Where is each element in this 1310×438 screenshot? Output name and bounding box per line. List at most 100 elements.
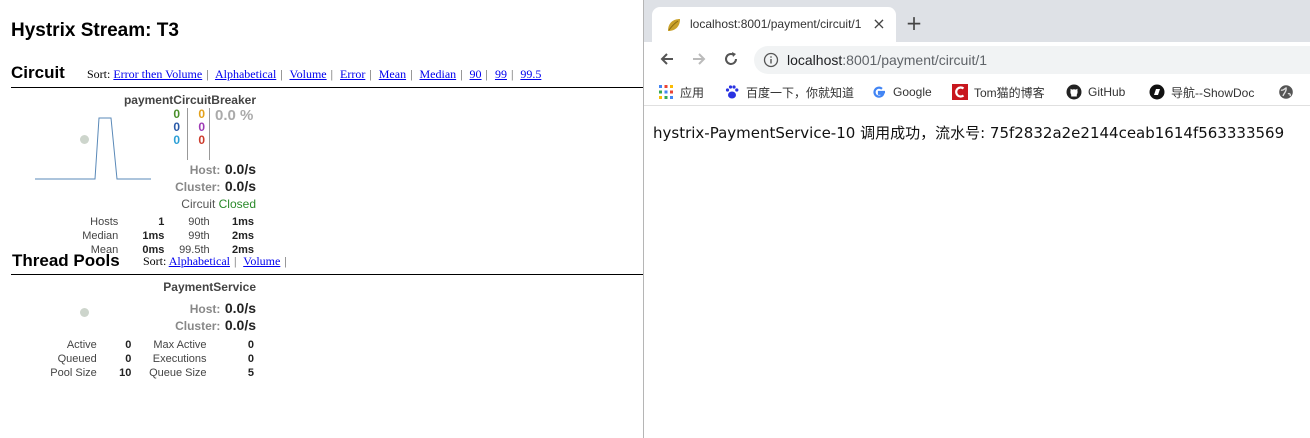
- bookmark-label: Tom猫的博客: [974, 85, 1045, 100]
- sort-link[interactable]: Error: [340, 67, 365, 81]
- stat-value: 0: [247, 353, 254, 365]
- browser-window: localhost:8001/payment/circuit/1 × + loc…: [643, 0, 1310, 438]
- thread-pool-name: PaymentService: [163, 280, 256, 294]
- stat-value: 0: [125, 353, 132, 365]
- url-path: :8001/payment/circuit/1: [842, 52, 988, 68]
- bookmark-label: GitHub: [1088, 85, 1126, 99]
- page-response-text: hystrix-PaymentService-10 调用成功，流水号: 75f2…: [653, 124, 1285, 142]
- spring-leaf-icon: [668, 19, 680, 31]
- cluster-rate-value: 0.0/s: [224, 317, 256, 333]
- cluster-rate: Cluster: 0.0/s: [120, 178, 256, 196]
- browser-toolbar: localhost:8001/payment/circuit/1: [644, 42, 1310, 78]
- stat-label: Median: [82, 230, 119, 242]
- sort-link[interactable]: Volume: [243, 254, 280, 268]
- stat-value: 1ms: [142, 230, 165, 242]
- error-percentage: 0.0 %: [215, 107, 254, 124]
- address-bar[interactable]: localhost:8001/payment/circuit/1: [754, 46, 1310, 74]
- stat-label: Executions: [152, 353, 207, 365]
- bookmark-tom-blog[interactable]: Tom猫的博客: [952, 83, 1045, 101]
- stat-value: 10: [119, 367, 132, 379]
- info-icon[interactable]: [763, 52, 779, 68]
- stats-row: Pool Size 10 Queue Size 5: [40, 367, 254, 379]
- cluster-label: Cluster:: [175, 180, 221, 194]
- github-icon: [1066, 84, 1082, 100]
- red-c-icon: [952, 84, 968, 100]
- sort-separator: |: [330, 67, 334, 81]
- bookmark-baidu[interactable]: 百度一下，你就知道: [724, 83, 854, 101]
- circuit-status-label: Circuit: [181, 197, 216, 211]
- stats-row: Hosts 1 90th 1ms: [62, 216, 254, 228]
- sort-link[interactable]: Alphabetical: [215, 67, 276, 81]
- url-text[interactable]: localhost:8001/payment/circuit/1: [787, 52, 987, 68]
- reload-icon[interactable]: [720, 50, 742, 70]
- host-rate-value: 0.0/s: [224, 161, 256, 177]
- sort-separator: |: [510, 67, 514, 81]
- stat-label: Hosts: [90, 216, 119, 228]
- stat-label: Queued: [57, 353, 97, 365]
- apps-grid-icon: [659, 85, 673, 99]
- thread-pools-sort-bar: Sort: Alphabetical | Volume |: [143, 254, 291, 269]
- failure-count: 0: [198, 133, 205, 147]
- sort-link[interactable]: Volume: [289, 67, 326, 81]
- circuit-divider: [11, 87, 643, 88]
- google-g-icon: [873, 86, 885, 98]
- tab-close-icon[interactable]: ×: [870, 15, 888, 33]
- stats-row: Median 1ms 99th 2ms: [62, 230, 254, 242]
- bookmark-google[interactable]: Google: [871, 83, 932, 101]
- circuit-heading: Circuit: [11, 63, 65, 82]
- stats-row: Active 0 Max Active 0: [40, 339, 254, 351]
- globe-icon: [1279, 85, 1293, 99]
- host-label: Host:: [189, 302, 221, 316]
- sort-separator: |: [284, 254, 287, 268]
- sort-separator: |: [410, 67, 413, 81]
- sort-separator: |: [460, 67, 463, 81]
- circuit-sort-bar: Sort: Error then Volume | Alphabetical | V…: [87, 67, 541, 82]
- bookmark-label: 应用: [680, 85, 705, 100]
- sort-separator: |: [206, 67, 209, 81]
- sort-link[interactable]: 99: [495, 67, 507, 81]
- stat-value: 2ms: [231, 230, 254, 242]
- host-label: Host:: [189, 163, 221, 177]
- tab-strip: localhost:8001/payment/circuit/1 × +: [644, 0, 1310, 42]
- bookmark-label: 百度一下，你就知道: [746, 85, 855, 100]
- url-host: localhost: [787, 52, 843, 68]
- back-icon[interactable]: [656, 50, 678, 70]
- counts-separator-1: [187, 108, 188, 160]
- thread-pools-divider: [11, 274, 643, 275]
- bookmark-github[interactable]: GitHub: [1066, 83, 1125, 101]
- sort-link[interactable]: 90: [470, 67, 482, 81]
- sort-link[interactable]: Median: [419, 67, 456, 81]
- sort-link[interactable]: Alphabetical: [169, 254, 230, 268]
- stat-label: 99th: [188, 230, 210, 242]
- stat-label: 90th: [188, 216, 210, 228]
- stat-value: 1ms: [231, 216, 254, 228]
- sort-link[interactable]: Error then Volume: [113, 67, 202, 81]
- sort-link[interactable]: 99.5: [520, 67, 541, 81]
- bookmark-globe[interactable]: [1278, 83, 1300, 101]
- stats-row: Queued 0 Executions 0: [40, 353, 254, 365]
- cluster-label: Cluster:: [175, 319, 221, 333]
- sort-separator: |: [485, 67, 488, 81]
- new-tab-icon[interactable]: +: [903, 12, 925, 34]
- bookmark-label: 导航--ShowDoc: [1171, 85, 1255, 100]
- stat-label: Max Active: [153, 339, 207, 351]
- stat-label: Active: [66, 339, 97, 351]
- showdoc-icon: [1149, 84, 1165, 100]
- thread-pool-health-dot: [80, 308, 89, 317]
- forward-icon[interactable]: [688, 50, 710, 70]
- bookmarks-bar: 应用 百度一下，你就知道 Google Tom猫的博客 GitHub 导航--S…: [644, 78, 1310, 106]
- bookmark-apps[interactable]: 应用: [658, 83, 704, 101]
- sort-link[interactable]: Mean: [379, 67, 406, 81]
- stat-value: 5: [247, 367, 254, 379]
- bad-request-count: 0: [173, 133, 180, 147]
- host-rate-value: 0.0/s: [224, 300, 256, 316]
- stat-value: 0: [247, 339, 254, 351]
- sort-separator: |: [234, 254, 237, 268]
- bookmark-showdoc[interactable]: 导航--ShowDoc: [1149, 83, 1254, 101]
- stat-label: Queue Size: [149, 367, 207, 379]
- hystrix-dashboard: Hystrix Stream: T3 Circuit Sort: Error t…: [0, 0, 643, 438]
- tab-active[interactable]: localhost:8001/payment/circuit/1 ×: [652, 7, 896, 42]
- thread-pool-stats-table: Active 0 Max Active 0 Queued 0 Execution…: [38, 337, 256, 381]
- stat-label: Pool Size: [50, 367, 97, 379]
- tab-title: localhost:8001/payment/circuit/1: [690, 17, 862, 31]
